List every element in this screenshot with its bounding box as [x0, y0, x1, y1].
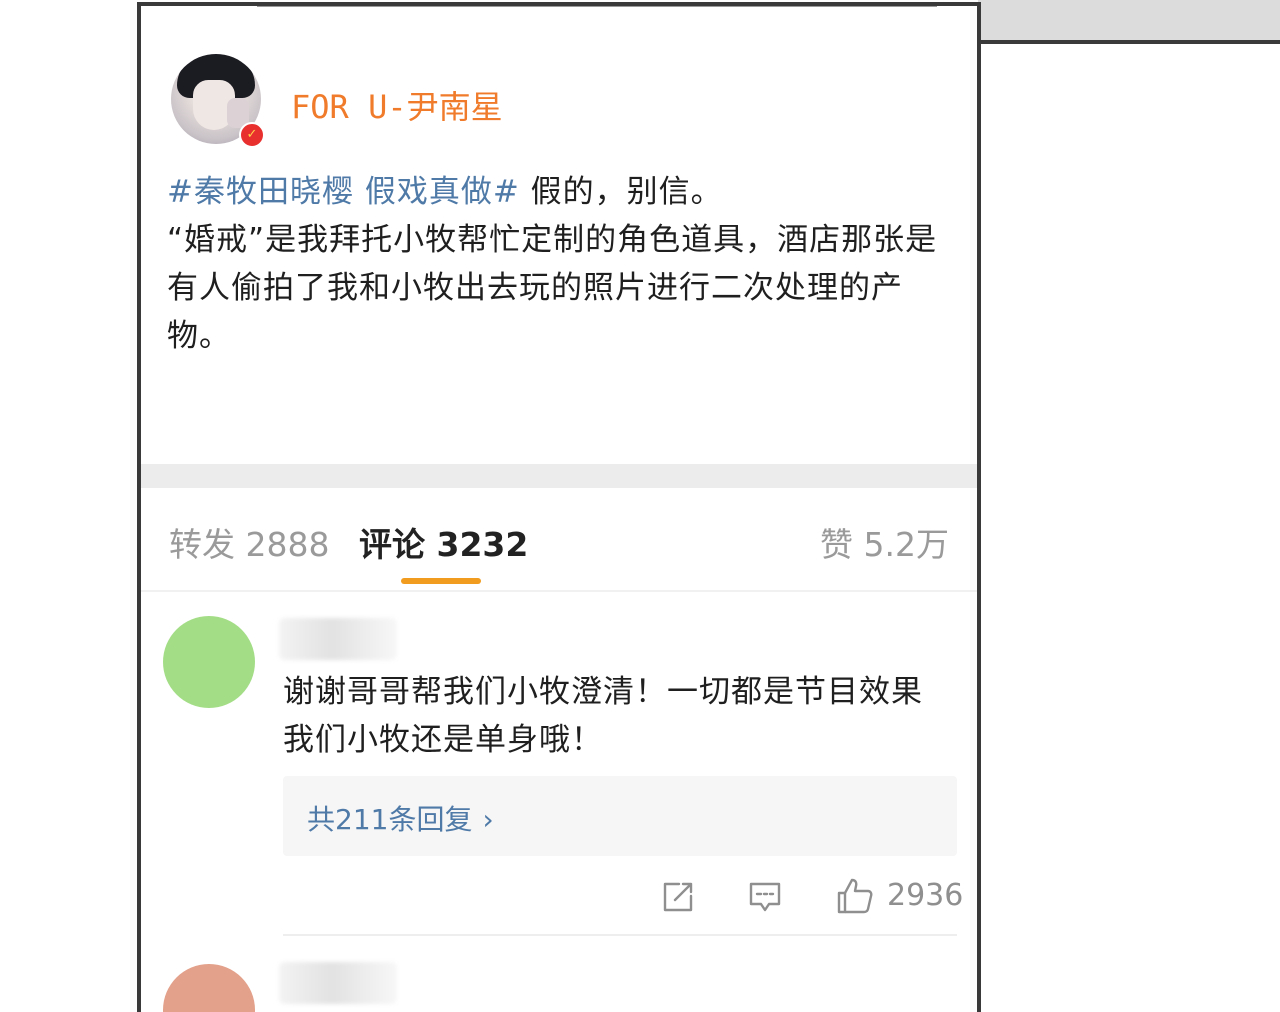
- tab-repost[interactable]: 转发 2888: [169, 518, 329, 566]
- like-count: 2936: [887, 878, 964, 913]
- comment-text: 谢谢哥哥帮我们小牧澄清！一切都是节目效果我们小牧还是单身哦！: [283, 674, 923, 758]
- author-username[interactable]: FOR U-尹南星: [291, 82, 503, 128]
- commenter-name-blurred-2[interactable]: [279, 962, 397, 1004]
- post-text-first-line: 假的，别信。: [519, 174, 723, 210]
- commenter-avatar-2[interactable]: [163, 964, 255, 1012]
- top-edge-line: [257, 6, 937, 7]
- tab-comments[interactable]: 评论 3232: [359, 518, 528, 566]
- replies-label: 共211条回复: [307, 803, 473, 836]
- share-icon[interactable]: [659, 876, 695, 916]
- tab-likes[interactable]: 赞 5.2万: [820, 518, 949, 566]
- section-separator: [141, 464, 977, 488]
- comment-divider: [283, 934, 957, 936]
- verified-badge-icon: ✓: [239, 122, 265, 148]
- active-tab-indicator: [401, 578, 481, 584]
- post-hashtag[interactable]: #秦牧田晓樱 假戏真做#: [167, 174, 520, 210]
- comment-icon[interactable]: [747, 876, 783, 916]
- weibo-post-screen: ✓ FOR U-尹南星 #秦牧田晓樱 假戏真做# 假的，别信。 “婚戒”是我拜托小…: [137, 2, 981, 1012]
- commenter-avatar[interactable]: [163, 616, 255, 708]
- chevron-right-icon: ›: [482, 803, 494, 836]
- background-window-strip: [978, 0, 1280, 44]
- tabs-divider: [141, 590, 977, 592]
- post-text: #秦牧田晓樱 假戏真做# 假的，别信。 “婚戒”是我拜托小牧帮忙定制的角色道具，酒…: [167, 168, 957, 360]
- thumbs-up-icon[interactable]: [835, 876, 875, 916]
- replies-link[interactable]: 共211条回复 ›: [283, 776, 957, 856]
- commenter-name-blurred[interactable]: [279, 618, 397, 660]
- post-text-rest: “婚戒”是我拜托小牧帮忙定制的角色道具，酒店那张是有人偷拍了我和小牧出去玩的照片…: [167, 222, 938, 354]
